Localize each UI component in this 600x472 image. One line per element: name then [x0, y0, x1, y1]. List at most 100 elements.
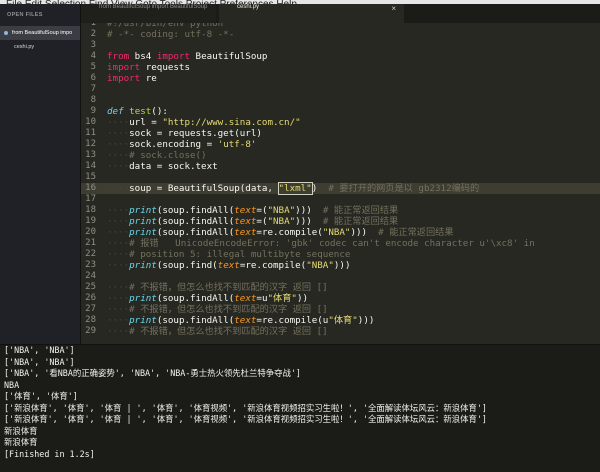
code-text[interactable]: ····print(soup.findAll(text=re.compile("…	[107, 227, 454, 238]
sidebar: OPEN FILES from BeautifulSoup impo ceshi…	[0, 4, 81, 344]
close-icon[interactable]: ×	[391, 4, 396, 13]
line-number: 19	[85, 216, 96, 226]
line-number: 16	[85, 183, 96, 193]
code-line[interactable]: 17	[81, 194, 600, 205]
output-line: [Finished in 1.2s]	[4, 448, 95, 459]
tab-ceshi[interactable]: ceshi.py ×	[219, 4, 404, 23]
code-line[interactable]: 26 ····print(soup.findAll(text=u"体育"))	[81, 293, 600, 304]
code-line[interactable]: 23 ····print(soup.find(text=re.compile("N…	[81, 260, 600, 271]
output-line: ['NBA', 'NBA']	[4, 356, 75, 367]
code-text[interactable]: ····sock.encoding = 'utf-8'	[107, 139, 256, 150]
line-number: 21	[85, 238, 96, 248]
sidebar-file-label: from BeautifulSoup impo	[12, 30, 73, 36]
code-text[interactable]: ····print(soup.find(text=re.compile("NBA…	[107, 260, 350, 271]
line-number: 7	[90, 84, 96, 94]
code-line[interactable]: 13 ····# sock.close()	[81, 150, 600, 161]
code-line[interactable]: 7	[81, 84, 600, 95]
code-text[interactable]: ····url = "http://www.sina.com.cn/"	[107, 117, 301, 128]
code-line[interactable]: 5 import requests	[81, 62, 600, 73]
line-number: 13	[85, 150, 96, 160]
line-number: 8	[90, 95, 96, 105]
code-text[interactable]: ····# 不报错，但怎么也找不到匹配的汉字 返回 []	[107, 282, 328, 293]
line-number: 12	[85, 139, 96, 149]
code-text[interactable]: import re	[107, 73, 157, 84]
code-line[interactable]: 11 ····sock = requests.get(url)	[81, 128, 600, 139]
tab-bar: from BeautifulSoup import BeautifulSoup …	[81, 4, 600, 23]
output-line: ['NBA', 'NBA']	[4, 345, 75, 355]
line-number: 9	[90, 106, 96, 116]
output-line: ['新浪体育', '体育', '体育 | ', '体育', '体育视频', '新…	[4, 414, 487, 424]
line-number: 2	[90, 29, 96, 39]
tab-beautifulsoup[interactable]: from BeautifulSoup import BeautifulSoup	[81, 4, 216, 23]
build-output-panel: ['NBA', 'NBA'] ['NBA', 'NBA'] ['NBA', '看NB…	[0, 344, 600, 472]
code-line[interactable]: 6 import re	[81, 73, 600, 84]
sidebar-file-label: ceshi.py	[14, 44, 35, 50]
code-line[interactable]: 25 ····# 不报错，但怎么也找不到匹配的汉字 返回 []	[81, 282, 600, 293]
line-number: 18	[85, 205, 96, 215]
code-line[interactable]: 10 ····url = "http://www.sina.com.cn/"	[81, 117, 600, 128]
code-line[interactable]: 18 ····print(soup.findAll(text=("NBA"))) …	[81, 205, 600, 216]
line-number: 11	[85, 128, 96, 138]
line-number: 22	[85, 249, 96, 259]
line-number: 20	[85, 227, 96, 237]
code-text[interactable]: ····print(soup.findAll(text=("NBA"))) # …	[107, 216, 398, 227]
code-line[interactable]: 4 from bs4 import BeautifulSoup	[81, 51, 600, 62]
code-text[interactable]: ····soup = BeautifulSoup(data, "lxml") #…	[107, 182, 479, 195]
line-number: 15	[85, 172, 96, 182]
code-line[interactable]: 20 ····print(soup.findAll(text=re.compile…	[81, 227, 600, 238]
code-line[interactable]: 21 ····# 报错 UnicodeEncodeError: 'gbk' cod…	[81, 238, 600, 249]
output-line: ['NBA', '看NBA的正确姿势', 'NBA', 'NBA-勇士热火领先杜…	[4, 368, 301, 378]
code-line[interactable]: 3	[81, 40, 600, 51]
line-number: 27	[85, 304, 96, 314]
code-text[interactable]: ····print(soup.findAll(text=re.compile(u…	[107, 315, 374, 326]
code-line[interactable]: 9 def test():	[81, 106, 600, 117]
file-dirty-icon	[4, 30, 8, 35]
code-line[interactable]: 29 ····# 不报错，但怎么也找不到匹配的汉字 返回 []	[81, 326, 600, 337]
code-line[interactable]: 12 ····sock.encoding = 'utf-8'	[81, 139, 600, 150]
code-text[interactable]: ····data = sock.text	[107, 161, 218, 172]
code-line[interactable]: 2 # -*- coding: utf-8 -*-	[81, 29, 600, 40]
code-line[interactable]: 24	[81, 271, 600, 282]
line-number: 29	[85, 326, 96, 336]
line-number: 10	[85, 117, 96, 127]
line-number: 23	[85, 260, 96, 270]
code-text[interactable]: ····# 不报错，但怎么也找不到匹配的汉字 返回 []	[107, 326, 328, 337]
line-number: 25	[85, 282, 96, 292]
output-line: ['新浪体育', '体育', '体育 | ', '体育', '体育视频', '新…	[4, 402, 487, 413]
sidebar-header: OPEN FILES	[7, 12, 43, 18]
code-line[interactable]: 28 ····print(soup.findAll(text=re.compile…	[81, 315, 600, 326]
output-line: 新浪体育	[4, 437, 38, 447]
code-text[interactable]: ····# position 5: illegal multibyte sequ…	[107, 249, 350, 260]
code-line[interactable]: 27 ····# 不报错，但怎么也找不到匹配的汉字 返回 []	[81, 304, 600, 315]
code-line[interactable]: 16 ····soup = BeautifulSoup(data, "lxml")…	[81, 182, 600, 195]
line-number: 17	[85, 194, 96, 204]
code-line[interactable]: 19 ····print(soup.findAll(text=("NBA"))) …	[81, 216, 600, 227]
code-line[interactable]: 14 ····data = sock.text	[81, 161, 600, 172]
tab-label: from BeautifulSoup import BeautifulSoup	[99, 4, 208, 10]
code-text[interactable]: ····# 不报错，但怎么也找不到匹配的汉字 返回 []	[107, 304, 328, 315]
code-text[interactable]: ····sock = requests.get(url)	[107, 128, 262, 139]
code-text[interactable]: ····print(soup.findAll(text=("NBA"))) # …	[107, 205, 398, 216]
code-editor[interactable]: 1 #!/usr/bin/env python 2 # -*- coding: utf…	[81, 23, 600, 344]
code-text[interactable]: ····# 报错 UnicodeEncodeError: 'gbk' codec…	[107, 238, 535, 249]
line-number: 26	[85, 293, 96, 303]
code-line[interactable]: 15	[81, 172, 600, 183]
code-text[interactable]: ····print(soup.findAll(text=u"体育"))	[107, 293, 308, 304]
line-number: 14	[85, 161, 96, 171]
line-number: 6	[90, 73, 96, 83]
line-number: 28	[85, 315, 96, 325]
output-line: 新浪体育	[4, 425, 38, 436]
code-text[interactable]: # -*- coding: utf-8 -*-	[107, 29, 234, 40]
code-text[interactable]: def test():	[107, 106, 168, 117]
output-line: NBA	[4, 379, 20, 390]
line-number: 3	[90, 40, 96, 50]
code-line[interactable]: 8	[81, 95, 600, 106]
code-text[interactable]: from bs4 import BeautifulSoup	[107, 51, 267, 62]
line-number: 5	[90, 62, 96, 72]
code-text[interactable]: import requests	[107, 62, 190, 73]
line-number: 4	[90, 51, 96, 61]
sidebar-open-file-2[interactable]: ceshi.py	[0, 40, 80, 54]
sidebar-open-file-1[interactable]: from BeautifulSoup impo	[0, 26, 80, 40]
code-line[interactable]: 22 ····# position 5: illegal multibyte se…	[81, 249, 600, 260]
code-text[interactable]: ····# sock.close()	[107, 150, 207, 161]
